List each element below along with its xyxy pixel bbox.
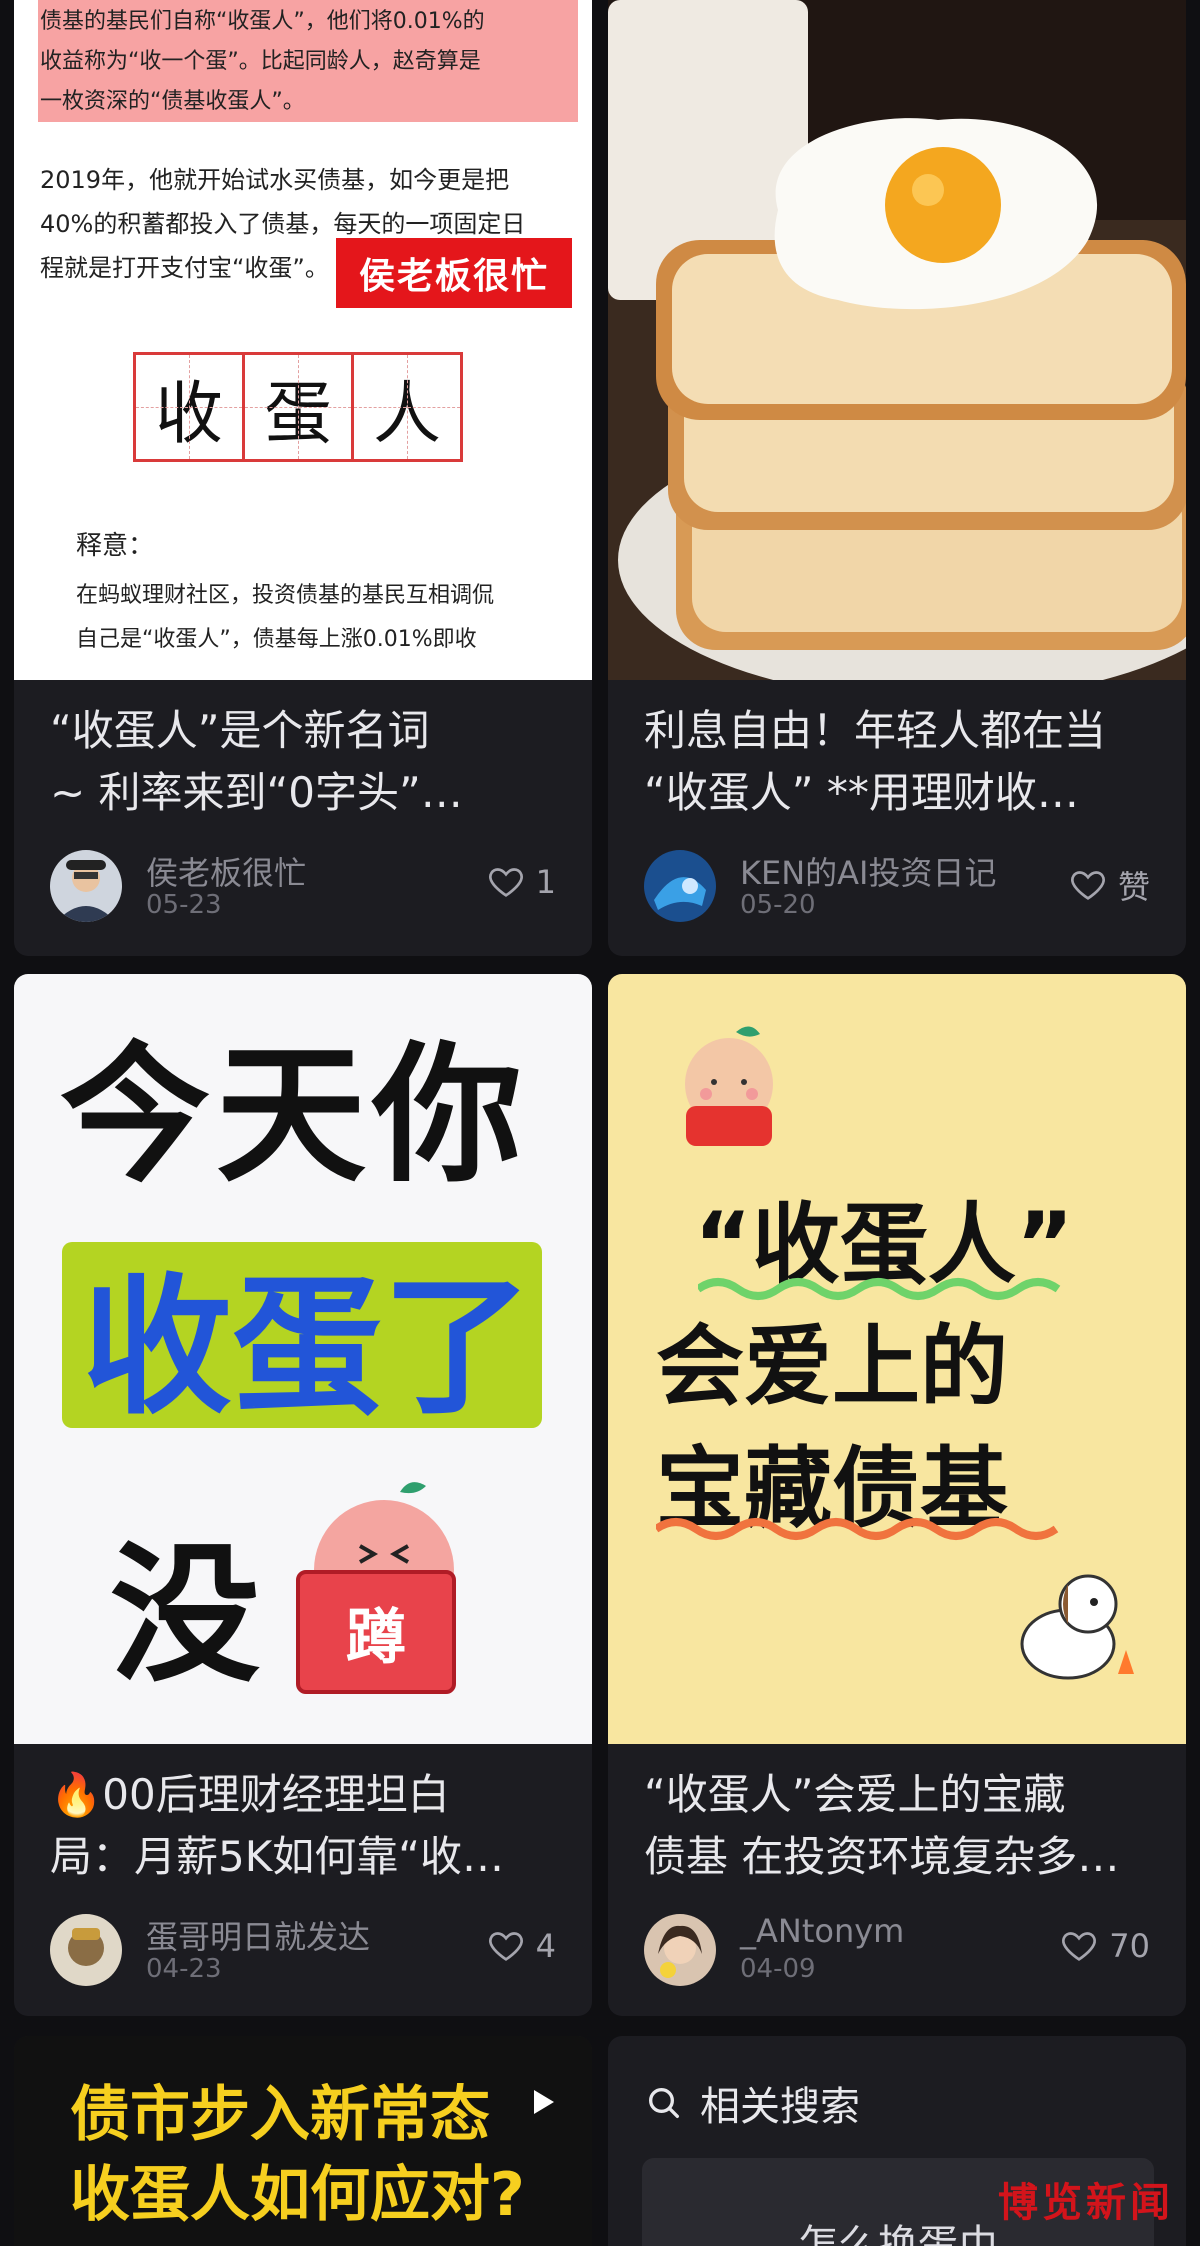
author-name[interactable]: KEN的AI投资日记 — [740, 848, 996, 894]
feed-card-5[interactable]: 债市步入新常态 收蛋人如何应对? — [14, 2036, 592, 2246]
author-name[interactable]: _ANtonym — [740, 1912, 904, 1950]
author-stamp: 侯老板很忙 — [336, 238, 572, 308]
character-grid: 收 蛋 人 — [133, 352, 463, 462]
highlight-line: 债基的基民们自称“收蛋人”，他们将0.01%的 — [40, 9, 485, 34]
body-line: 2019年，他就开始试水买债基，如今更是把 — [40, 166, 510, 194]
avatar[interactable] — [50, 850, 122, 922]
card-title[interactable]: “收蛋人”会爱上的宝藏 债基 在投资环境复杂多… — [644, 1764, 1150, 1888]
card-title[interactable]: 🔥00后理财经理坦白 局：月薪5K如何靠“收… — [50, 1764, 556, 1888]
like-count: 1 — [535, 863, 556, 901]
avatar[interactable] — [644, 1914, 716, 1986]
gloss-title: 释意： — [76, 531, 155, 561]
orange-wave — [656, 1518, 1059, 1540]
heart-icon — [488, 1932, 523, 1961]
like-count: 4 — [535, 1927, 556, 1965]
egg-mascot — [685, 1026, 773, 1146]
author-name[interactable]: 蛋哥明日就发达 — [146, 1912, 370, 1958]
card-cover-image[interactable] — [608, 0, 1186, 680]
toast-egg-photo — [608, 0, 1186, 680]
post-date: 05-23 — [146, 890, 222, 920]
cover-line: 收蛋人如何应对? — [70, 2160, 525, 2230]
post-date: 04-09 — [740, 1954, 816, 1984]
highlight-line: 收益称为“收一个蛋”。比起同龄人，赵奇算是 — [40, 49, 481, 74]
card-title[interactable]: “收蛋人”是个新名词 ~ 利率来到“0字头”… — [50, 700, 556, 824]
card-cover-image[interactable]: 债基的基民们自称“收蛋人”，他们将0.01%的 收益称为“收一个蛋”。比起同龄人… — [14, 0, 592, 680]
card-title[interactable]: 利息自由！年轻人都在当 “收蛋人” **用理财收… — [644, 700, 1150, 824]
highlight-line: 一枚资深的“债基收蛋人”。 — [40, 89, 305, 114]
play-icon — [534, 2090, 554, 2114]
related-search-title: 相关搜索 — [700, 2084, 860, 2130]
like-count: 赞 — [1117, 868, 1150, 906]
grid-char: 蛋 — [242, 352, 354, 462]
heart-icon — [1062, 1932, 1097, 1961]
feed-card-3[interactable]: 今天你 收蛋了 没 蹲 🔥00后理财经理坦白 局：月薪5K如何靠“收… 蛋哥明日… — [14, 974, 592, 2016]
heart-icon — [1071, 871, 1105, 900]
like-button[interactable]: 4 — [486, 1926, 556, 1966]
cover-line: 债市步入新常态 — [70, 2080, 490, 2150]
gloss-line: 自己是“收蛋人”，债基每上涨0.01%即收 — [76, 627, 477, 652]
post-date: 05-20 — [740, 890, 816, 920]
mascot-sign: 蹲 — [296, 1570, 456, 1694]
cover-line: 没 — [110, 1527, 261, 1703]
feed-card-2[interactable]: 利息自由！年轻人都在当 “收蛋人” **用理财收… KEN的AI投资日记 05-… — [608, 0, 1186, 956]
grid-char: 人 — [351, 352, 463, 462]
grid-char: 收 — [133, 352, 245, 462]
feed-card-1[interactable]: 债基的基民们自称“收蛋人”，他们将0.01%的 收益称为“收一个蛋”。比起同龄人… — [14, 0, 592, 956]
card-cover-image[interactable]: 今天你 收蛋了 没 蹲 — [14, 974, 592, 1744]
card-cover-image[interactable]: 债市步入新常态 收蛋人如何应对? — [14, 2036, 592, 2246]
cover-line: 会爱上的 — [656, 1315, 1009, 1418]
post-date: 04-23 — [146, 1954, 222, 1984]
watermark: 博览新闻 — [998, 2179, 1174, 2226]
card-cover-image[interactable]: “收蛋人” 会爱上的 宝藏债基 — [608, 974, 1186, 1744]
cover-line: 收蛋了 — [82, 1259, 533, 1435]
avatar[interactable] — [50, 1914, 122, 1986]
avatar[interactable] — [644, 850, 716, 922]
heart-icon — [488, 868, 523, 897]
author-name[interactable]: 侯老板很忙 — [146, 848, 306, 894]
like-button[interactable]: 赞 — [1068, 862, 1150, 908]
cover-line: 今天你 — [60, 1027, 529, 1203]
like-count: 70 — [1109, 1927, 1150, 1965]
feed-card-4[interactable]: “收蛋人” 会爱上的 宝藏债基 “收蛋人”会爱上的宝藏 债基 在投资环境复杂多…… — [608, 974, 1186, 2016]
like-button[interactable]: 70 — [1059, 1926, 1150, 1966]
dog-illustration — [1020, 1574, 1134, 1680]
related-search-header: 相关搜索 — [644, 2074, 860, 2132]
search-icon — [649, 2088, 679, 2118]
gloss-line: 在蚂蚁理财社区，投资债基的基民互相调侃 — [76, 583, 495, 608]
like-button[interactable]: 1 — [486, 862, 556, 902]
